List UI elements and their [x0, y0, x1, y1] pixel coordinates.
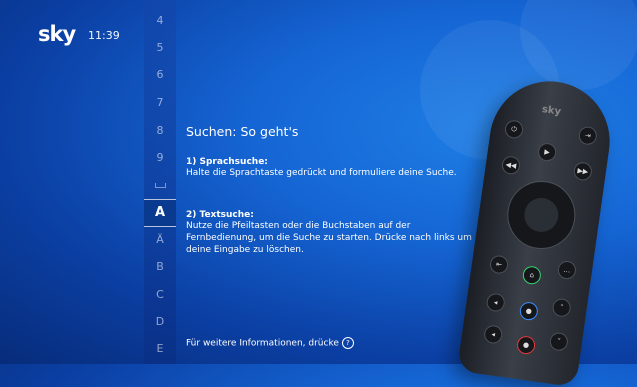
letter-item[interactable]: C — [144, 288, 176, 301]
forward-icon: ▶▶ — [572, 161, 593, 182]
dpad — [502, 176, 580, 254]
play-pause-icon: ▶ — [536, 142, 558, 163]
channel-up-icon: ˄ — [551, 297, 572, 318]
letter-item[interactable]: B — [144, 260, 176, 273]
letter-item[interactable]: D — [144, 315, 176, 328]
letter-item-selected[interactable]: A — [144, 199, 176, 227]
clock: 11:39 — [88, 29, 120, 42]
help-button-icon: ? — [341, 337, 354, 349]
sky-logo: sky — [38, 22, 76, 46]
help-panel: Suchen: So geht's 1) Sprachsuche: Halte … — [186, 124, 476, 256]
power-icon: ⏻ — [503, 119, 525, 140]
letter-item[interactable]: 5 — [144, 41, 176, 54]
footer-info: Für weitere Informationen, drücke? — [186, 337, 354, 349]
home-icon: ⌂ — [521, 265, 543, 286]
mute-icon: ◂ — [483, 324, 504, 345]
help-title: Suchen: So geht's — [186, 124, 299, 139]
letter-item[interactable]: 7 — [144, 96, 176, 109]
channel-down-icon: ˅ — [548, 331, 570, 352]
letter-item[interactable]: 9 — [144, 151, 176, 164]
letter-item[interactable]: Ä — [144, 233, 176, 246]
space-icon — [154, 183, 166, 188]
ok-button — [522, 195, 561, 235]
space-key[interactable] — [144, 178, 176, 191]
letter-item[interactable]: 6 — [144, 68, 176, 81]
text-search-heading: 2) Textsuche: — [186, 210, 254, 220]
rewind-icon: ◀◀ — [500, 155, 522, 176]
footer-text: Für weitere Informationen, drücke — [186, 338, 339, 349]
back-icon: ⇤ — [488, 254, 510, 275]
letter-item[interactable]: E — [144, 342, 176, 355]
remote-logo: sky — [541, 104, 562, 118]
letter-item[interactable]: 4 — [144, 14, 176, 27]
voice-search-body: Halte die Sprachtaste gedrückt und formu… — [186, 168, 457, 178]
voice-search-heading: 1) Sprachsuche: — [186, 157, 268, 167]
letter-item[interactable]: 8 — [144, 124, 176, 137]
voice-icon: ● — [518, 301, 539, 322]
volume-icon: ◂ — [485, 292, 506, 313]
record-icon: ● — [515, 334, 537, 356]
more-icon: … — [556, 259, 578, 281]
input-icon: ⇥ — [577, 125, 598, 146]
text-search-body: Nutze die Pfeiltasten oder die Buchstabe… — [186, 221, 472, 255]
letter-strip[interactable]: 4 5 6 7 8 9 A Ä B C D E — [144, 0, 176, 364]
